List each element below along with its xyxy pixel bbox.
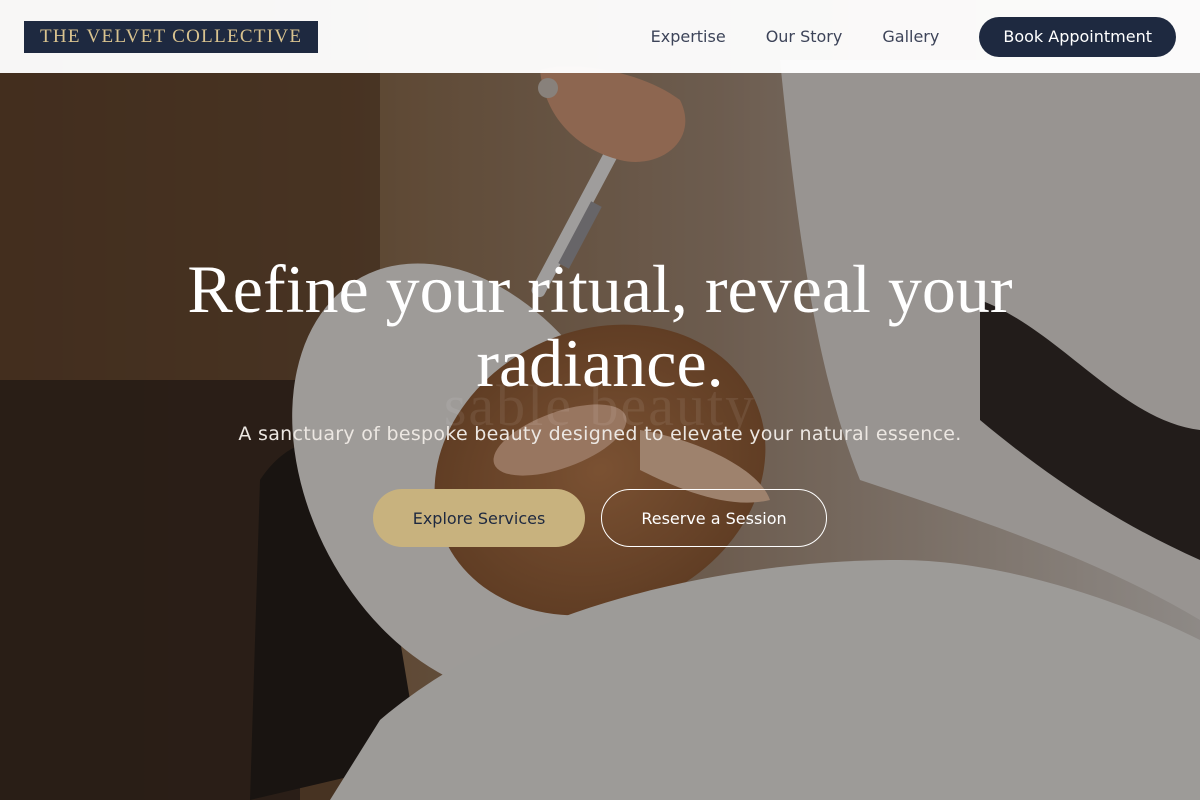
hero-subheading: A sanctuary of bespoke beauty designed t… xyxy=(238,423,962,445)
brand-logo[interactable]: THE VELVET COLLECTIVE xyxy=(24,20,319,53)
nav-link-gallery[interactable]: Gallery xyxy=(882,27,939,46)
reserve-session-button[interactable]: Reserve a Session xyxy=(601,489,827,547)
site-header: THE VELVET COLLECTIVE Expertise Our Stor… xyxy=(0,0,1200,73)
nav-link-expertise[interactable]: Expertise xyxy=(651,27,726,46)
nav-link-our-story[interactable]: Our Story xyxy=(766,27,843,46)
explore-services-button[interactable]: Explore Services xyxy=(373,489,585,547)
hero-headline: Refine your ritual, reveal your radiance… xyxy=(187,251,1013,401)
book-appointment-button[interactable]: Book Appointment xyxy=(979,16,1176,57)
main-nav: Expertise Our Story Gallery Book Appoint… xyxy=(651,16,1176,57)
